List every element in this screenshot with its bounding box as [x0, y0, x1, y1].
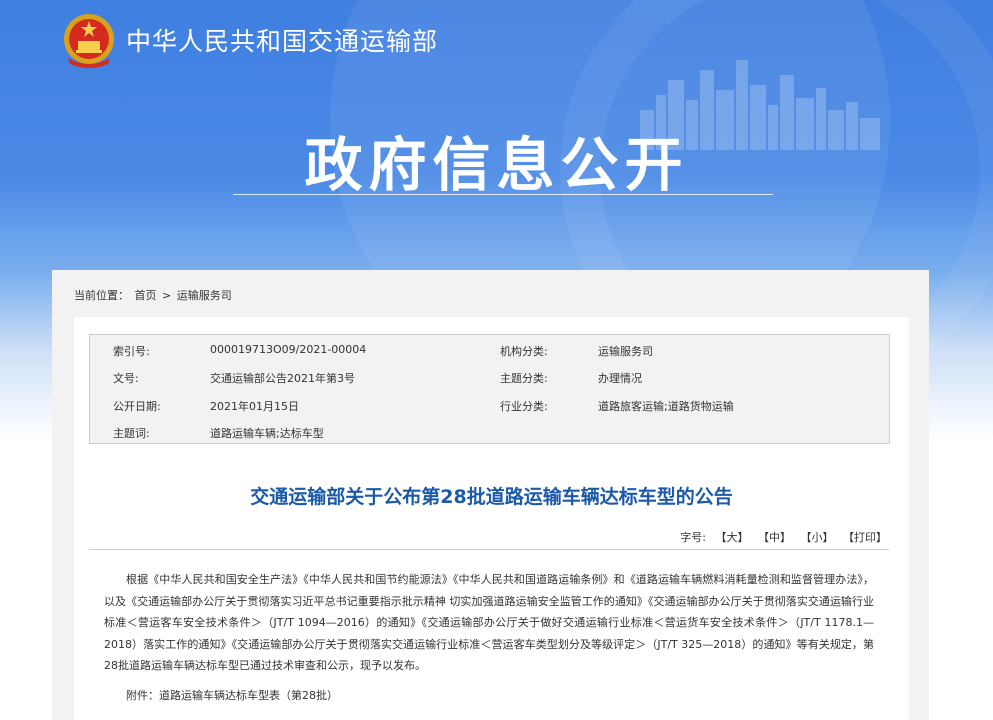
- page-title: 政府信息公开: [304, 131, 689, 199]
- doc-number-label: 文号:: [113, 372, 139, 385]
- index-value: 000019713O09/2021-00004: [210, 343, 367, 356]
- breadcrumb-separator: >: [162, 289, 172, 302]
- font-size-controls: 字号: 【大】 【中】 【小】 【打印】: [674, 529, 887, 545]
- breadcrumb-current-link[interactable]: 运输服务司: [177, 289, 232, 302]
- breadcrumb-home-link[interactable]: 首页: [135, 289, 157, 302]
- industry-value: 道路旅客运输;道路货物运输: [598, 400, 734, 413]
- index-label: 索引号:: [113, 345, 150, 358]
- topic-label: 主题分类:: [500, 372, 548, 385]
- font-size-label: 字号:: [680, 531, 706, 544]
- date-value: 2021年01月15日: [210, 400, 299, 413]
- print-button[interactable]: 【打印】: [843, 531, 887, 544]
- doc-number-value: 交通运输部公告2021年第3号: [210, 372, 355, 385]
- font-small-button[interactable]: 【小】: [801, 531, 834, 544]
- content-panel: 当前位置： 首页 > 运输服务司 索引号: 000019713O09/2021-…: [52, 270, 929, 720]
- org-label: 机构分类:: [500, 345, 548, 358]
- industry-label: 行业分类:: [500, 400, 548, 413]
- org-value: 运输服务司: [598, 345, 653, 358]
- ministry-name: 中华人民共和国交通运输部: [126, 27, 439, 56]
- article-title: 交通运输部关于公布第28批道路运输车辆达标车型的公告: [250, 486, 733, 508]
- keywords-value: 道路运输车辆;达标车型: [210, 427, 324, 440]
- breadcrumb: 当前位置： 首页 > 运输服务司: [74, 287, 234, 303]
- font-medium-button[interactable]: 【中】: [758, 531, 791, 544]
- keywords-label: 主题词:: [113, 427, 150, 440]
- metadata-table: 索引号: 000019713O09/2021-00004 机构分类: 运输服务司…: [89, 334, 890, 444]
- article-container: 索引号: 000019713O09/2021-00004 机构分类: 运输服务司…: [74, 317, 909, 720]
- title-underline: [233, 194, 773, 195]
- divider: [89, 549, 889, 550]
- breadcrumb-prefix: 当前位置：: [74, 289, 129, 302]
- national-emblem-icon: [64, 14, 114, 68]
- article-body: 根据《中华人民共和国安全生产法》《中华人民共和国节约能源法》《中华人民共和国道路…: [104, 573, 874, 672]
- topic-value: 办理情况: [598, 372, 642, 385]
- font-large-button[interactable]: 【大】: [716, 531, 749, 544]
- attachment-link[interactable]: 附件：道路运输车辆达标车型表（第28批）: [126, 687, 338, 703]
- date-label: 公开日期:: [113, 400, 161, 413]
